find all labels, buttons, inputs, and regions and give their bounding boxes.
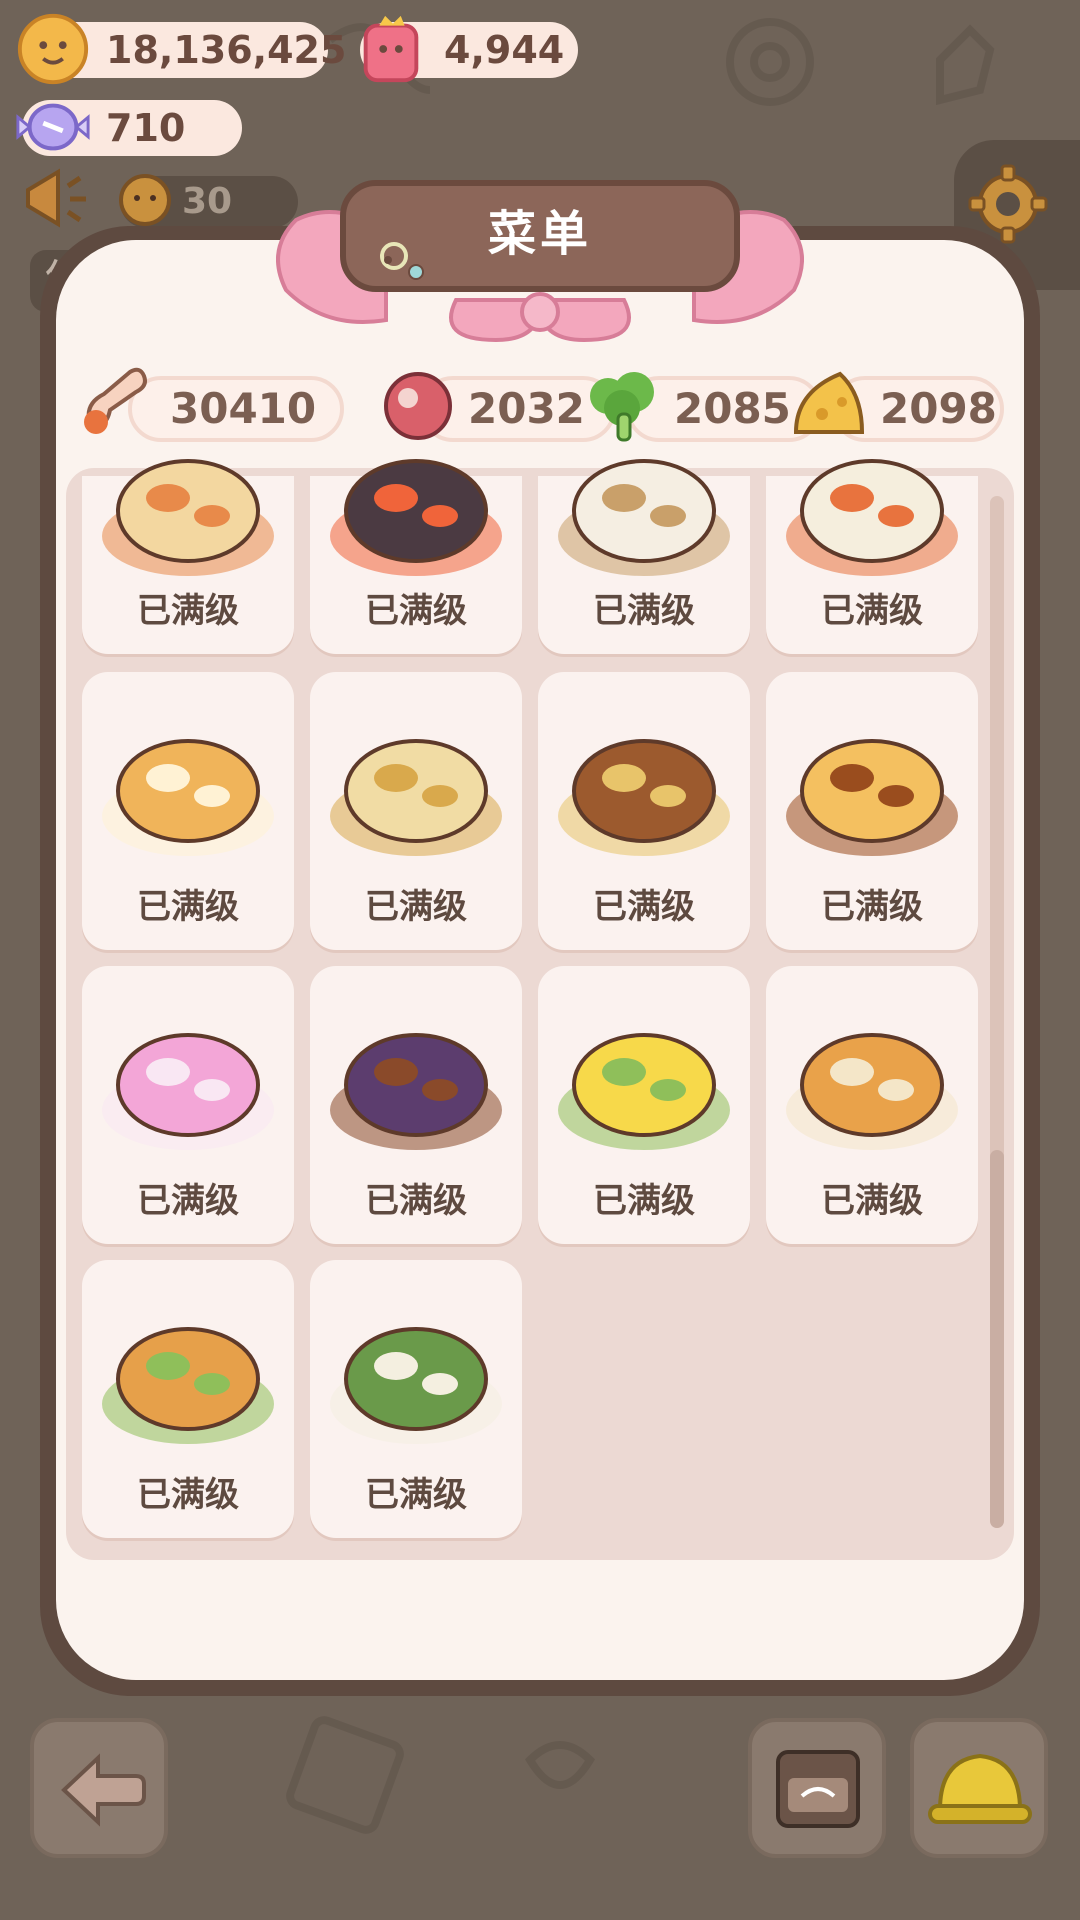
dish-status-label: 已满级 [137,1181,239,1221]
dish-status-label: 已满级 [593,591,695,631]
pudding-icon [786,739,958,856]
oven-button[interactable] [748,1718,886,1858]
dish-status-label: 已满级 [365,591,467,631]
menu-title: 菜单 [487,206,592,262]
dish-status-label: 已满级 [593,887,695,927]
rainbow-ice-cream-icon [102,1033,274,1150]
cookie-coin-icon [17,13,89,85]
takoyaki-icon [558,739,730,856]
grilled-eel-icon [330,1033,502,1150]
dish-status-label: 已满级 [365,1181,467,1221]
chicken-skewers-icon [102,1327,274,1444]
dish-status-label: 已满级 [821,887,923,927]
helper-face-icon [119,174,171,226]
helper-value: 30 [182,181,233,222]
candy-value: 710 [106,106,186,150]
dish-card[interactable]: 已满级 [766,672,978,950]
coin-counter[interactable]: 18,136,425 [17,13,346,85]
candy-counter[interactable]: 710 [16,100,242,156]
roe-sushi-icon [330,459,502,576]
dish-card[interactable]: 已满级 [82,1260,294,1538]
dish-card[interactable]: 已满级 [82,672,294,950]
dish-status-label: 已满级 [821,1181,923,1221]
dish-status-label: 已满级 [137,591,239,631]
gem-value: 4,944 [444,28,565,72]
oven-icon [776,1750,860,1828]
dish-card[interactable]: 已满级 [538,966,750,1244]
rice-bowl-icon [558,459,730,576]
build-button[interactable] [910,1718,1048,1858]
pink-gem-icon [363,15,419,83]
dish-card[interactable]: 已满级 [766,966,978,1244]
scrollbar-thumb[interactable] [990,1150,1004,1528]
back-button[interactable] [30,1718,168,1858]
zongzi-icon [330,1327,502,1444]
gem-counter[interactable]: 4,944 [360,15,578,83]
noodle-soup-icon [102,459,274,576]
coin-value: 18,136,425 [106,28,347,72]
dish-card[interactable]: 已满级 [310,966,522,1244]
dish-card[interactable]: 已满级 [538,459,750,654]
dish-status-label: 已满级 [593,1181,695,1221]
dish-card[interactable]: 已满级 [538,672,750,950]
dish-status-label: 已满级 [365,1475,467,1515]
lattice-pie-icon [786,1033,958,1150]
candy-icon [16,103,90,151]
dish-status-label: 已满级 [365,887,467,927]
bread-loaf-icon [102,739,274,856]
dish-status-label: 已满级 [137,887,239,927]
soup-dumpling-icon [330,739,502,856]
back-arrow-icon [61,1753,146,1827]
vegetable-stew-icon [786,459,958,576]
dish-status-label: 已满级 [821,591,923,631]
dish-card[interactable]: 已满级 [766,459,978,654]
dish-card[interactable]: 已满级 [310,672,522,950]
dish-card[interactable]: 已满级 [310,1260,522,1538]
dish-card[interactable]: 已满级 [310,459,522,654]
eggs-benedict-icon [558,1033,730,1150]
dish-card[interactable]: 已满级 [82,966,294,1244]
hard-hat-icon [928,1753,1032,1824]
megaphone-icon[interactable] [18,166,94,232]
dish-card[interactable]: 已满级 [82,459,294,654]
dish-status-label: 已满级 [137,1475,239,1515]
